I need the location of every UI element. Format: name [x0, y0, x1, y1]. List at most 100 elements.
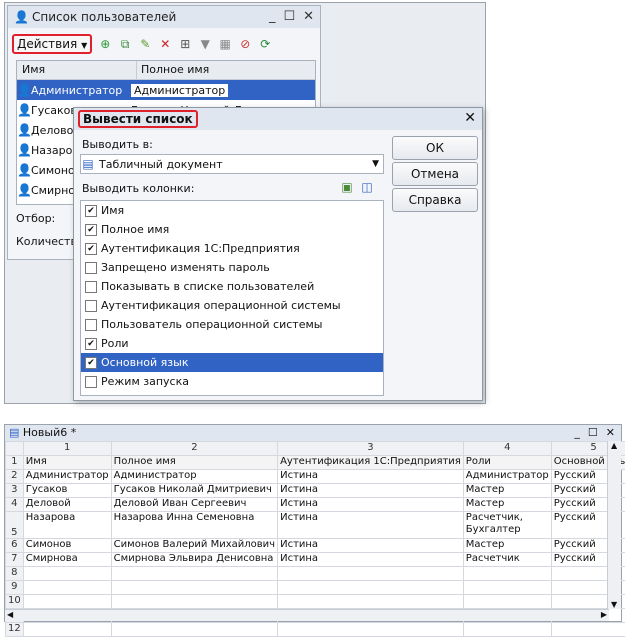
- column-header[interactable]: 1: [23, 442, 111, 456]
- checklist-item[interactable]: Показывать в списке пользователей: [81, 277, 383, 296]
- vertical-scrollbar[interactable]: ▲ ▼: [607, 441, 621, 609]
- checklist-item[interactable]: Режим запуска: [81, 372, 383, 391]
- cell[interactable]: Администратор: [111, 470, 277, 484]
- cell[interactable]: [111, 595, 277, 609]
- cell[interactable]: Полное имя: [111, 456, 277, 470]
- cell[interactable]: Мастер: [463, 484, 551, 498]
- cell[interactable]: [551, 623, 625, 637]
- checklist-item[interactable]: ✔Роли: [81, 334, 383, 353]
- cell[interactable]: Истина: [278, 553, 464, 567]
- maximize-icon[interactable]: ☐: [588, 425, 598, 441]
- cell[interactable]: Имя: [23, 456, 111, 470]
- clear-filter-icon[interactable]: ⊘: [238, 37, 252, 51]
- column-header[interactable]: 3: [278, 442, 464, 456]
- cell[interactable]: Симонов Валерий Михайлович: [111, 539, 277, 553]
- cell[interactable]: Назарова Инна Семеновна: [111, 512, 277, 539]
- cell[interactable]: Истина: [278, 498, 464, 512]
- actions-menu-button[interactable]: Действия ▼: [12, 34, 92, 54]
- cell[interactable]: [111, 623, 277, 637]
- add-icon[interactable]: ⊕: [98, 37, 112, 51]
- list-item[interactable]: 👤 Администратор Администратор: [17, 80, 315, 100]
- close-icon[interactable]: ✕: [606, 425, 615, 441]
- horizontal-scrollbar[interactable]: ◀ ▶: [5, 609, 609, 621]
- checkbox[interactable]: [85, 300, 97, 312]
- row-number[interactable]: 10: [6, 595, 24, 609]
- cell[interactable]: Истина: [278, 512, 464, 539]
- cell[interactable]: [278, 595, 464, 609]
- cell[interactable]: Роли: [463, 456, 551, 470]
- checklist-item[interactable]: Запрещено изменять пароль: [81, 258, 383, 277]
- column-header[interactable]: 2: [111, 442, 277, 456]
- minimize-icon[interactable]: _: [269, 9, 276, 24]
- checklist-item[interactable]: Пользователь операционной системы: [81, 315, 383, 334]
- corner-cell[interactable]: [6, 442, 24, 456]
- cancel-button[interactable]: Отмена: [392, 162, 478, 186]
- filter-options-icon[interactable]: ▦: [218, 37, 232, 51]
- cell[interactable]: Гусаков: [23, 484, 111, 498]
- cell[interactable]: Мастер: [463, 539, 551, 553]
- cell[interactable]: [111, 581, 277, 595]
- cell[interactable]: [278, 567, 464, 581]
- row-number[interactable]: 1: [6, 456, 24, 470]
- row-number[interactable]: 2: [6, 470, 24, 484]
- scroll-right-icon[interactable]: ▶: [601, 610, 607, 619]
- cell[interactable]: [278, 581, 464, 595]
- checkbox[interactable]: ✔: [85, 224, 97, 236]
- scroll-down-icon[interactable]: ▼: [611, 600, 617, 609]
- edit-icon[interactable]: ✎: [138, 37, 152, 51]
- checkbox[interactable]: [85, 376, 97, 388]
- chevron-down-icon[interactable]: ▼: [372, 159, 379, 169]
- cell[interactable]: Деловой Иван Сергеевич: [111, 498, 277, 512]
- cell[interactable]: [111, 567, 277, 581]
- cell[interactable]: Смирнова: [23, 553, 111, 567]
- row-number[interactable]: 7: [6, 553, 24, 567]
- checkbox[interactable]: ✔: [85, 205, 97, 217]
- cell[interactable]: [278, 623, 464, 637]
- refresh-icon[interactable]: ⟳: [258, 37, 272, 51]
- cell[interactable]: [23, 581, 111, 595]
- cell[interactable]: Мастер: [463, 498, 551, 512]
- close-icon[interactable]: ✕: [303, 9, 314, 24]
- cell[interactable]: [463, 623, 551, 637]
- cell[interactable]: Истина: [278, 484, 464, 498]
- cell[interactable]: Смирнова Эльвира Денисовна: [111, 553, 277, 567]
- row-number[interactable]: 9: [6, 581, 24, 595]
- ok-button[interactable]: ОК: [392, 136, 478, 160]
- checkbox[interactable]: [85, 281, 97, 293]
- cell[interactable]: Гусаков Николай Дмитриевич: [111, 484, 277, 498]
- checkbox[interactable]: ✔: [85, 243, 97, 255]
- cell[interactable]: [463, 567, 551, 581]
- cell[interactable]: Истина: [278, 470, 464, 484]
- column-header-fullname[interactable]: Полное имя: [137, 61, 209, 79]
- cell[interactable]: [23, 567, 111, 581]
- maximize-icon[interactable]: ☐: [283, 9, 295, 24]
- row-number[interactable]: 12: [6, 623, 24, 637]
- cell[interactable]: [23, 595, 111, 609]
- row-number[interactable]: 4: [6, 498, 24, 512]
- cell[interactable]: [23, 623, 111, 637]
- cell[interactable]: [463, 595, 551, 609]
- cell[interactable]: Назарова: [23, 512, 111, 539]
- cell[interactable]: Истина: [278, 539, 464, 553]
- checkbox[interactable]: ✔: [85, 357, 97, 369]
- output-to-select[interactable]: ▤ Табличный документ ▼: [80, 154, 384, 174]
- cell[interactable]: Расчетчик, Бухгалтер: [463, 512, 551, 539]
- uncheck-all-icon[interactable]: ◫: [360, 180, 374, 194]
- cell[interactable]: Администратор: [23, 470, 111, 484]
- row-number[interactable]: 8: [6, 567, 24, 581]
- check-all-icon[interactable]: ▣: [340, 180, 354, 194]
- copy-icon[interactable]: ⧉: [118, 37, 132, 51]
- close-icon[interactable]: ✕: [464, 110, 476, 126]
- column-header-name[interactable]: Имя: [17, 61, 137, 79]
- cell[interactable]: Администратор: [463, 470, 551, 484]
- minimize-icon[interactable]: _: [574, 425, 580, 441]
- row-number[interactable]: 5: [6, 512, 24, 539]
- row-number[interactable]: 3: [6, 484, 24, 498]
- cell[interactable]: Деловой: [23, 498, 111, 512]
- checklist-item[interactable]: ✔Полное имя: [81, 220, 383, 239]
- checklist-item[interactable]: ✔Аутентификация 1С:Предприятия: [81, 239, 383, 258]
- filter-list-icon[interactable]: ▼: [198, 37, 212, 51]
- checkbox[interactable]: [85, 262, 97, 274]
- checklist-item[interactable]: ✔Основной язык: [81, 353, 383, 372]
- cell[interactable]: [463, 581, 551, 595]
